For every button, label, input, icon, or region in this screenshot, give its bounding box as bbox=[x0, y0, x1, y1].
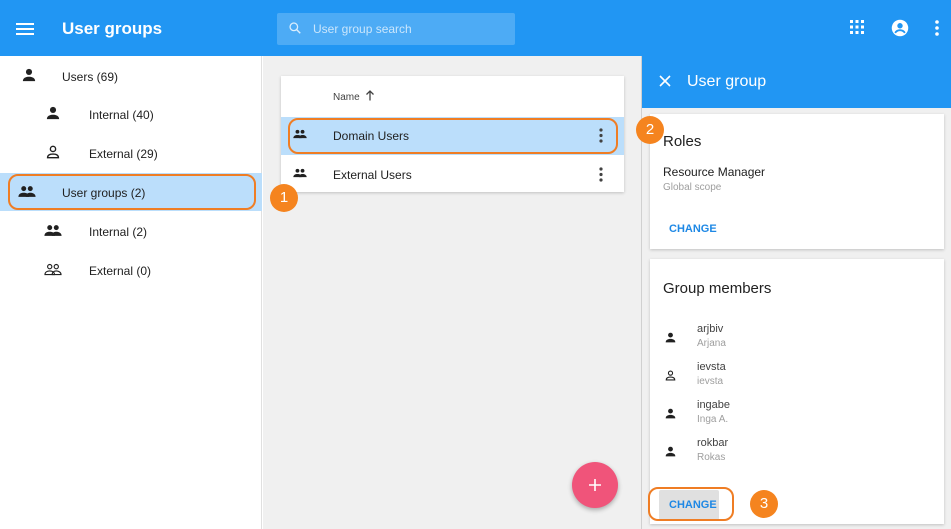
member-display-name: ievsta bbox=[697, 376, 724, 387]
member-username: ievsta bbox=[697, 361, 726, 373]
app-header: User groups bbox=[0, 0, 951, 56]
search-input[interactable] bbox=[313, 13, 509, 45]
page-title: User groups bbox=[62, 19, 163, 38]
close-icon[interactable] bbox=[659, 75, 671, 87]
sidebar-item-label: Internal (40) bbox=[89, 108, 154, 122]
group-icon bbox=[293, 129, 307, 139]
more-vert-icon[interactable] bbox=[599, 128, 603, 143]
list-item: ievsta ievsta bbox=[650, 359, 944, 397]
add-user-group-button[interactable] bbox=[572, 462, 618, 508]
role-scope: Global scope bbox=[663, 182, 722, 193]
group-name: Domain Users bbox=[333, 129, 410, 143]
account-circle-icon[interactable] bbox=[891, 19, 909, 37]
member-display-name: Rokas bbox=[697, 452, 726, 463]
more-vert-icon[interactable] bbox=[935, 20, 939, 36]
table-row[interactable]: Domain Users bbox=[281, 117, 624, 155]
group-icon bbox=[18, 186, 36, 197]
list-item: rokbar Rokas bbox=[650, 435, 944, 473]
list-item: arjbiv Arjana bbox=[650, 321, 944, 359]
sidebar-item-label: External (0) bbox=[89, 264, 152, 278]
sort-arrow-up-icon[interactable] bbox=[365, 90, 375, 101]
sidebar-item-user-groups[interactable]: User groups (2) bbox=[0, 173, 262, 211]
person-icon bbox=[46, 106, 60, 120]
panel-title: User group bbox=[687, 73, 767, 90]
person-icon bbox=[665, 446, 676, 457]
roles-title: Roles bbox=[663, 133, 702, 150]
search-icon bbox=[289, 22, 301, 34]
callout-badge-1: 1 bbox=[270, 184, 298, 212]
sidebar-item-label: Internal (2) bbox=[89, 225, 148, 239]
person-icon bbox=[22, 68, 36, 82]
sidebar-item-label: External (29) bbox=[89, 147, 158, 161]
search-box[interactable] bbox=[277, 13, 515, 45]
member-display-name: Arjana bbox=[697, 338, 726, 349]
group-outline-icon bbox=[44, 263, 62, 276]
person-outline-icon bbox=[665, 370, 676, 381]
change-roles-button[interactable]: CHANGE bbox=[669, 223, 717, 235]
table-row[interactable]: External Users bbox=[281, 156, 624, 194]
group-name: External Users bbox=[333, 168, 412, 182]
sidebar-item-users[interactable]: Users (69) bbox=[0, 57, 262, 95]
user-group-table: Name Domain Users External Users bbox=[281, 76, 624, 192]
panel-header: User group bbox=[642, 56, 951, 108]
member-username: arjbiv bbox=[697, 323, 724, 335]
group-members-card: Group members arjbiv Arjana ievsta ievst… bbox=[650, 259, 944, 524]
group-icon bbox=[44, 225, 62, 236]
member-username: ingabe bbox=[697, 399, 731, 411]
person-icon bbox=[665, 332, 676, 343]
person-icon bbox=[665, 408, 676, 419]
column-header-name[interactable]: Name bbox=[333, 92, 360, 103]
member-display-name: Inga A. bbox=[697, 414, 729, 425]
sidebar-item-label: Users (69) bbox=[62, 70, 119, 84]
sidebar-item-users-internal[interactable]: Internal (40) bbox=[0, 95, 262, 133]
detail-panel: User group Roles Resource Manager Global… bbox=[641, 56, 951, 529]
plus-icon bbox=[589, 479, 601, 491]
callout-badge-3: 3 bbox=[750, 490, 778, 518]
group-icon bbox=[293, 168, 307, 178]
callout-badge-2: 2 bbox=[636, 116, 664, 144]
change-members-button[interactable]: CHANGE bbox=[659, 490, 719, 520]
role-name: Resource Manager bbox=[663, 165, 766, 179]
sidebar: Users (69) Internal (40) External (29) U… bbox=[0, 56, 262, 529]
menu-icon[interactable] bbox=[16, 23, 34, 35]
roles-card: Roles Resource Manager Global scope CHAN… bbox=[650, 114, 944, 249]
more-vert-icon[interactable] bbox=[599, 167, 603, 182]
sidebar-item-groups-external[interactable]: External (0) bbox=[0, 251, 262, 289]
sidebar-item-users-external[interactable]: External (29) bbox=[0, 134, 262, 172]
member-username: rokbar bbox=[697, 437, 729, 449]
sidebar-item-groups-internal[interactable]: Internal (2) bbox=[0, 212, 262, 250]
person-outline-icon bbox=[46, 145, 60, 159]
change-members-label: CHANGE bbox=[669, 499, 717, 511]
main-content: Name Domain Users External Users bbox=[263, 56, 641, 529]
sidebar-item-label: User groups (2) bbox=[62, 186, 146, 200]
list-item: ingabe Inga A. bbox=[650, 397, 944, 435]
apps-grid-icon[interactable] bbox=[850, 20, 864, 34]
members-title: Group members bbox=[663, 280, 772, 297]
